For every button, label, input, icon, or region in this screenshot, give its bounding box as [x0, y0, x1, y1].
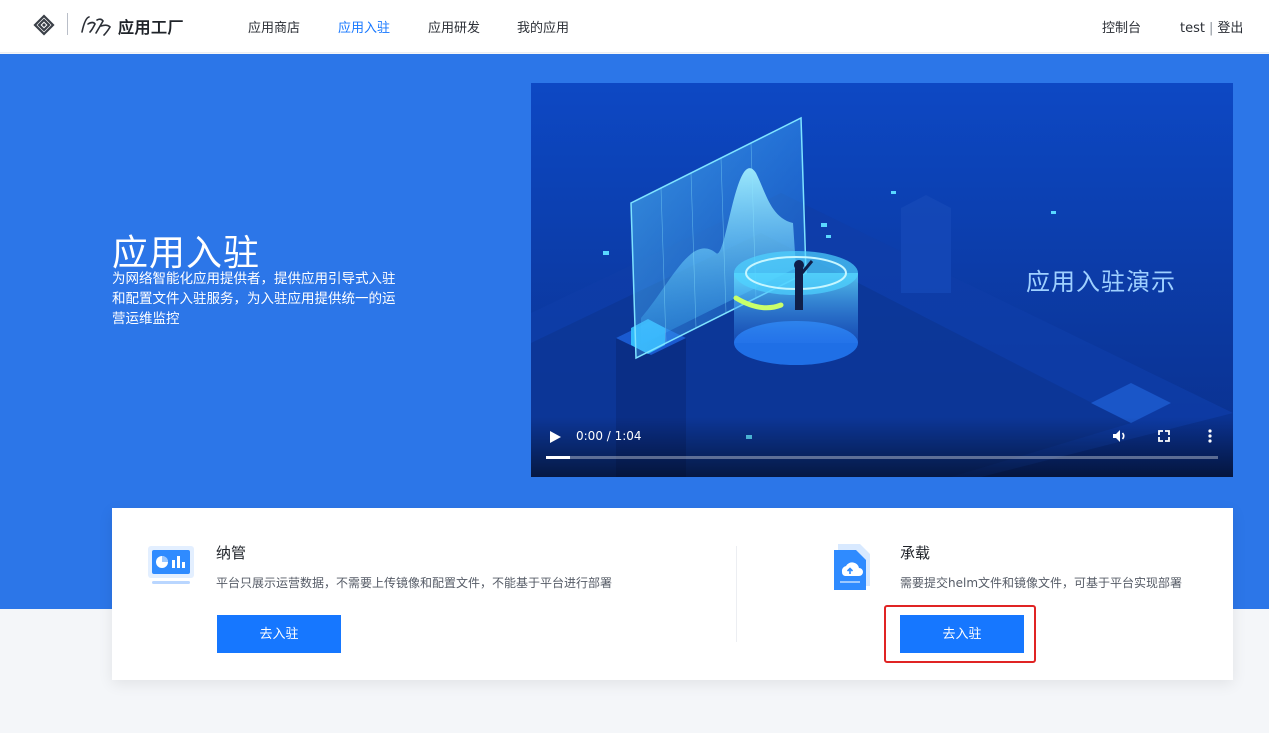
user-menu: test | 登出 [1180, 17, 1243, 36]
video-controls: 0:00 / 1:04 [531, 417, 1233, 477]
options-divider [736, 546, 737, 642]
nav-app-development[interactable]: 应用研发 [428, 17, 480, 36]
logo-divider [67, 13, 68, 35]
play-icon[interactable] [547, 429, 563, 445]
china-mobile-logo-icon[interactable] [31, 12, 57, 38]
video-progress-fill [546, 456, 570, 459]
option-desc-hosted: 需要提交helm文件和镜像文件，可基于平台实现部署 [900, 576, 1183, 590]
nav-app-store[interactable]: 应用商店 [248, 17, 300, 36]
console-link[interactable]: 控制台 [1102, 17, 1141, 36]
video-caption: 应用入驻演示 [1026, 268, 1176, 296]
video-progress-bar[interactable] [546, 456, 1218, 459]
logout-link[interactable]: 登出 [1217, 21, 1243, 36]
calligraphy-logo-icon [81, 16, 112, 36]
more-options-icon[interactable] [1201, 427, 1219, 445]
video-time: 0:00 / 1:04 [576, 429, 642, 443]
option-desc-managed: 平台只展示运营数据，不需要上传镜像和配置文件，不能基于平台进行部署 [216, 576, 613, 590]
dashboard-monitor-icon [148, 546, 194, 584]
user-separator: | [1208, 21, 1214, 36]
username: test [1180, 21, 1205, 36]
hero-description: 为网络智能化应用提供者，提供应用引导式入驻和配置文件入驻服务，为入驻应用提供统一… [112, 271, 396, 327]
fullscreen-icon[interactable] [1155, 427, 1173, 445]
app-title: 应用工厂 [118, 18, 185, 37]
demo-video-player[interactable]: 应用入驻演示 0:00 / 1:04 [531, 83, 1233, 477]
cloud-upload-file-icon [834, 544, 870, 590]
nav-app-onboarding[interactable]: 应用入驻 [338, 17, 390, 36]
onboard-hosted-button[interactable]: 去入驻 [900, 615, 1024, 653]
top-navigation-bar: 应用工厂 应用商店 应用入驻 应用研发 我的应用 控制台 test | 登出 [0, 0, 1269, 53]
option-title-hosted: 承载 [900, 544, 931, 562]
nav-my-apps[interactable]: 我的应用 [517, 17, 569, 36]
volume-icon[interactable] [1111, 427, 1129, 445]
onboarding-options-card: 纳管 平台只展示运营数据，不需要上传镜像和配置文件，不能基于平台进行部署 去入驻… [112, 508, 1233, 680]
option-title-managed: 纳管 [216, 544, 247, 562]
onboard-managed-button[interactable]: 去入驻 [217, 615, 341, 653]
